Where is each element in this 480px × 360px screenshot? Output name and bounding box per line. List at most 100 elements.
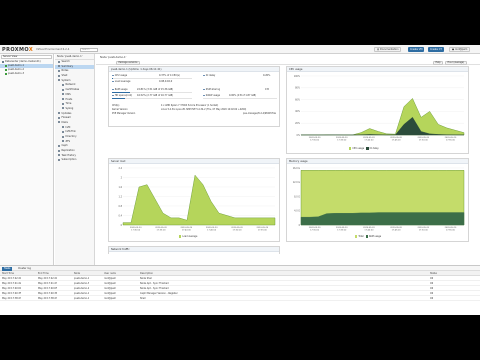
table-cell: May 20 17:38:23	[38, 297, 58, 300]
menu-item-label: Disks	[61, 120, 68, 124]
swap-icon	[203, 94, 205, 97]
menu-icon	[62, 102, 64, 105]
y-tick-label: 0%	[297, 134, 300, 137]
menu-item-label: LVM-Thin	[65, 130, 77, 134]
menu-item-label: Search	[61, 60, 70, 63]
proxmox-window: PROXMOX Virtual Environment 6.2-4 Search…	[0, 45, 480, 315]
tree-item-label: pve6-demo-2	[8, 68, 24, 71]
page-title: Node 'pve6-demo-1'	[100, 56, 127, 59]
memory-usage-panel-title: Memory usage	[287, 159, 468, 164]
menu-item-label: Firewall	[61, 116, 71, 120]
documentation-button[interactable]: ▤ Documentation	[374, 47, 402, 52]
menu-item-label: System	[61, 78, 71, 82]
memory-icon	[112, 88, 114, 91]
view-selector[interactable]: Server View	[1, 55, 52, 59]
help-button[interactable]: Help	[433, 60, 443, 65]
menu-icon	[62, 83, 64, 86]
menu-item-label: Ceph	[61, 144, 68, 148]
legend-cpu-usage: CPU usage	[352, 147, 365, 150]
cpu-usage-panel: CPU usage 100% 80% 60% 40% 20% 0% 2020-05-20 17…	[286, 66, 469, 154]
user-menu-button[interactable]: ● root@pam	[449, 47, 471, 52]
menu-item-label: DNS	[65, 92, 71, 96]
tree-item-node[interactable]: pve6-demo-3	[0, 72, 53, 76]
menu-icon	[62, 107, 64, 110]
legend-load-average: Load average	[182, 235, 198, 238]
table-cell: pve6-demo-1	[74, 297, 90, 300]
menu-icon	[62, 135, 64, 138]
menu-item-label: Hosts	[65, 97, 73, 101]
menu-icon	[58, 149, 60, 152]
table-cell: May 20 17:38:23	[2, 297, 22, 300]
table-row[interactable]: May 20 17:38:23 May 20 17:38:23 pve6-demo-…	[0, 296, 480, 301]
search-input[interactable]: Search	[80, 47, 98, 52]
memory-usage-chart: 16.0 G12.0 G8.0 G4.0 G02020-05-2017:30:0…	[293, 167, 465, 232]
y-tick-label: 12.0 G	[293, 181, 301, 184]
x-tick-label: 17:55:00	[446, 230, 456, 232]
x-tick-label: 17:50:00	[233, 230, 243, 232]
y-tick-label: 0	[121, 224, 123, 227]
letterbox-bottom	[0, 315, 480, 360]
menu-icon	[58, 69, 60, 72]
menu-icon	[58, 112, 60, 115]
table-cell: root@pam	[104, 297, 117, 300]
ram-usage-bar-fill	[112, 91, 131, 94]
series-area-load-average	[122, 174, 276, 226]
letterbox-top	[0, 0, 480, 45]
x-tick-label: 17:30:00	[310, 230, 320, 232]
x-tick-label: 17:30:00	[310, 140, 320, 142]
ksm-sharing-value: 0 B	[265, 88, 269, 91]
menu-item-label: Time	[65, 102, 72, 106]
hd-space-bar-fill	[112, 97, 126, 100]
y-tick-label: 80%	[295, 87, 300, 90]
tree-item-label: pve6-demo-3	[8, 72, 24, 75]
series-area-ram-usage	[300, 212, 465, 226]
y-tick-label: 2	[121, 176, 123, 179]
cpu-icon	[112, 74, 114, 77]
load-average-value: 0.08,0.02,0	[159, 80, 173, 83]
menu-item-label: Subscription	[61, 158, 77, 162]
menu-icon	[58, 144, 60, 147]
menu-icon	[62, 140, 64, 143]
legend-total: Total	[358, 235, 364, 238]
hd-space-bar	[112, 97, 192, 100]
task-log: Tasks Cluster log Start Time End Time Node…	[0, 265, 480, 315]
menu-icon	[62, 126, 64, 129]
menu-icon	[58, 158, 60, 161]
datacenter-icon	[2, 60, 4, 63]
table-cell: OK	[430, 297, 434, 300]
menu-icon	[58, 74, 60, 77]
x-tick-label: 17:50:00	[419, 140, 429, 142]
memory-usage-panel: Memory usage 16.0 G 12.0 G 8.0 G 4.0 G 0 2020…	[286, 158, 469, 242]
tasks-icon	[112, 80, 114, 83]
ram-usage-bar	[112, 91, 192, 94]
create-vm-button[interactable]: Create VM	[408, 47, 425, 52]
y-tick-label: 60%	[295, 98, 300, 101]
legend-ram-usage: RAM usage	[368, 235, 382, 238]
y-tick-label: 1.6	[119, 186, 123, 189]
status-panel-title: pve6-demo-1 (Uptime: 1 days 06:11:41)	[109, 67, 279, 72]
cpus-label: CPU(s)	[112, 104, 120, 107]
top-header: PROXMOX Virtual Environment 6.2-4 Search…	[0, 45, 480, 54]
package-versions-button[interactable]: Package versions	[116, 60, 140, 65]
menu-icon	[62, 130, 64, 133]
status-panel: pve6-demo-1 (Uptime: 1 days 06:11:41) CP…	[108, 66, 280, 127]
menu-item-label: ZFS	[65, 139, 71, 143]
y-tick-label: 4.0 G	[294, 210, 300, 213]
timeframe-select[interactable]: Hour (average)	[445, 60, 467, 65]
menu-icon	[58, 60, 60, 63]
pve-manager-value: pve-manager/6.2-4/9824574a	[243, 112, 276, 115]
create-ct-button[interactable]: Create CT	[428, 47, 444, 52]
menu-icon	[58, 154, 60, 157]
menu-item-subscription[interactable]: Subscription	[55, 158, 94, 163]
network-traffic-panel: Network traffic	[108, 246, 280, 254]
swap-usage-bar	[203, 97, 277, 100]
x-tick-label: 17:50:00	[419, 230, 429, 232]
table-cell: Shell	[140, 297, 146, 300]
x-tick-label: 17:55:00	[446, 140, 456, 142]
y-tick-label: 16.0 G	[293, 167, 301, 170]
menu-item-label: Directory	[65, 135, 77, 138]
y-tick-label: 40%	[295, 110, 300, 113]
server-icon	[5, 68, 7, 71]
proxmox-logo: PROXMOX	[2, 47, 34, 53]
legend-swatch-io	[366, 147, 369, 150]
